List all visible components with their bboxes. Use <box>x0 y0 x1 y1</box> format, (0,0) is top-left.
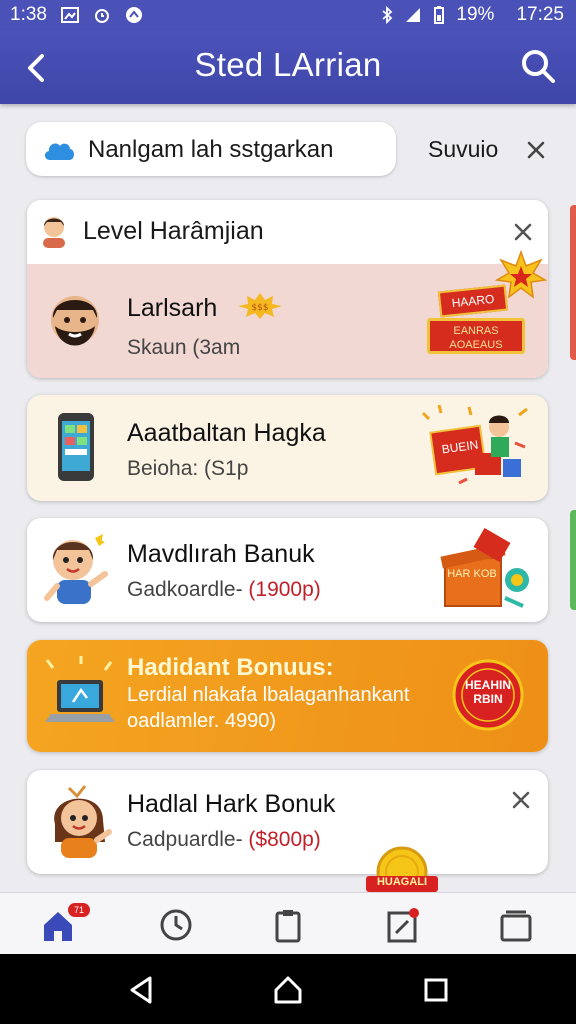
app-bar: Sted LArrian <box>0 30 576 104</box>
star-burst-icon <box>495 250 547 299</box>
page-title: Sted LArrian <box>194 46 382 83</box>
side-card-edge <box>570 205 576 360</box>
card-line: oadlamler. 4990) <box>127 710 276 732</box>
search-input[interactable]: Nanlgam lah sstgarkan <box>26 122 396 176</box>
phone-icon <box>58 413 94 481</box>
card-line: Lerdial nlakafa lbalaganhankant <box>127 684 410 706</box>
reward-banner: EANRAS AOAEAUS <box>427 318 525 354</box>
card-header: Level Harâmjian <box>27 200 548 264</box>
status-time-right: 17:25 <box>516 4 564 25</box>
avatar-icon <box>54 785 112 858</box>
back-icon[interactable] <box>126 974 158 1006</box>
laptop-icon <box>45 656 115 722</box>
subtitle-prefix: Cadpuardle- <box>127 828 243 851</box>
search-row: Nanlgam lah sstgarkan Suvuio <box>26 122 562 180</box>
card-subtitle: Skaun (3am <box>127 336 241 359</box>
subtitle-prefix: Gadkoardle- <box>127 578 243 601</box>
clipboard-icon[interactable] <box>270 907 306 943</box>
recents-icon[interactable] <box>420 974 452 1006</box>
card-title: Mavdlırah Banuk <box>127 540 315 568</box>
card-subtitle: Beioha: (S1p <box>127 457 249 480</box>
card-header-title: Level Harâmjian <box>83 217 264 245</box>
status-bar: 1:38 19% 17:25 <box>0 0 576 30</box>
coin-label: HUAGALI <box>376 876 428 888</box>
card-badge-text: HAR KOB <box>447 568 497 580</box>
bottom-nav: 71 <box>0 892 576 955</box>
card-badge-text: HEAHIN RBIN <box>464 678 511 706</box>
close-icon[interactable] <box>511 220 535 244</box>
card-title: Hadlal Hark Bonuk <box>127 790 336 818</box>
bonus-card[interactable]: Mavdlırah Banuk Gadkoardle- (1900p) HAR … <box>27 518 548 622</box>
battery-percent: 19% <box>456 4 495 25</box>
card-title: Larlsarh <box>127 294 218 322</box>
card-title: Aaatbaltan Hagka <box>127 419 326 447</box>
search-text: Nanlgam lah sstgarkan <box>88 136 334 163</box>
cloud-icon <box>44 143 74 160</box>
notification-badge: 71 <box>68 903 90 917</box>
svg-text:$$$: $$$ <box>251 303 268 313</box>
wallet-icon[interactable] <box>498 907 534 943</box>
edit-document-icon[interactable] <box>384 907 420 943</box>
search-icon[interactable] <box>518 46 558 86</box>
status-time-left: 1:38 <box>10 4 47 25</box>
system-nav-bar <box>0 954 576 1024</box>
close-icon[interactable] <box>509 788 533 812</box>
battery-icon <box>434 6 445 24</box>
app-notification-icon <box>125 7 142 23</box>
card-subtitle: Cadpuardle- ($800p) <box>127 828 321 852</box>
history-icon[interactable] <box>158 907 194 943</box>
card-subtitle: Gadkoardle- (1900p) <box>127 578 321 602</box>
card-title: Hadidant Bonuus: <box>127 654 334 681</box>
avatar-icon <box>51 296 99 346</box>
close-icon[interactable] <box>524 138 548 162</box>
level-card[interactable]: Level Harâmjian Larlsarh $$$ Skaun (3am … <box>27 200 548 378</box>
subtitle-value: ($800p) <box>248 828 321 851</box>
signal-icon <box>406 8 421 22</box>
alarm-icon <box>94 9 109 23</box>
subtitle-value: (1900p) <box>248 578 321 601</box>
side-card-edge <box>570 510 576 610</box>
avatar-icon <box>44 534 108 604</box>
coin-badge-icon: $$$ <box>238 293 282 319</box>
filter-label[interactable]: Suvuio <box>428 136 498 163</box>
bonus-card[interactable]: Aaatbaltan Hagka Beioha: (S1p BUEIN <box>27 395 548 501</box>
home-button-icon[interactable] <box>272 974 304 1006</box>
avatar-icon <box>43 217 65 248</box>
bluetooth-icon <box>382 6 393 24</box>
card-body: Larlsarh $$$ Skaun (3am HAARO EANRAS AOA… <box>27 250 548 378</box>
highlight-bonus-card[interactable]: Hadidant Bonuus: Lerdial nlakafa lbalaga… <box>27 640 548 752</box>
image-notification-icon <box>60 7 79 23</box>
bonus-card[interactable]: Hadlal Hark Bonuk Cadpuardle- ($800p) <box>27 770 548 874</box>
